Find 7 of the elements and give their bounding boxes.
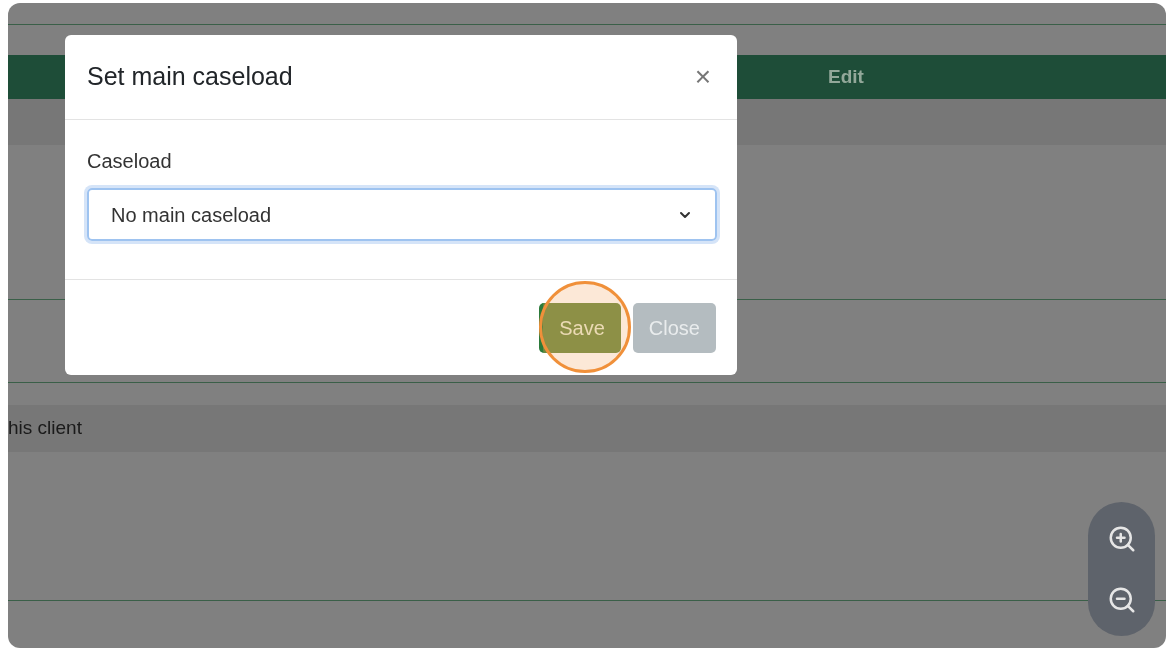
table-cell-text: his client	[8, 416, 82, 441]
save-button[interactable]: Save	[539, 302, 621, 353]
dialog-title: Set main caseload	[87, 61, 293, 93]
field-label: Caseload	[87, 149, 173, 174]
close-button[interactable]: ×	[690, 63, 715, 91]
column-header: Edit	[828, 64, 864, 89]
caseload-select[interactable]: No main caseload	[87, 188, 717, 241]
